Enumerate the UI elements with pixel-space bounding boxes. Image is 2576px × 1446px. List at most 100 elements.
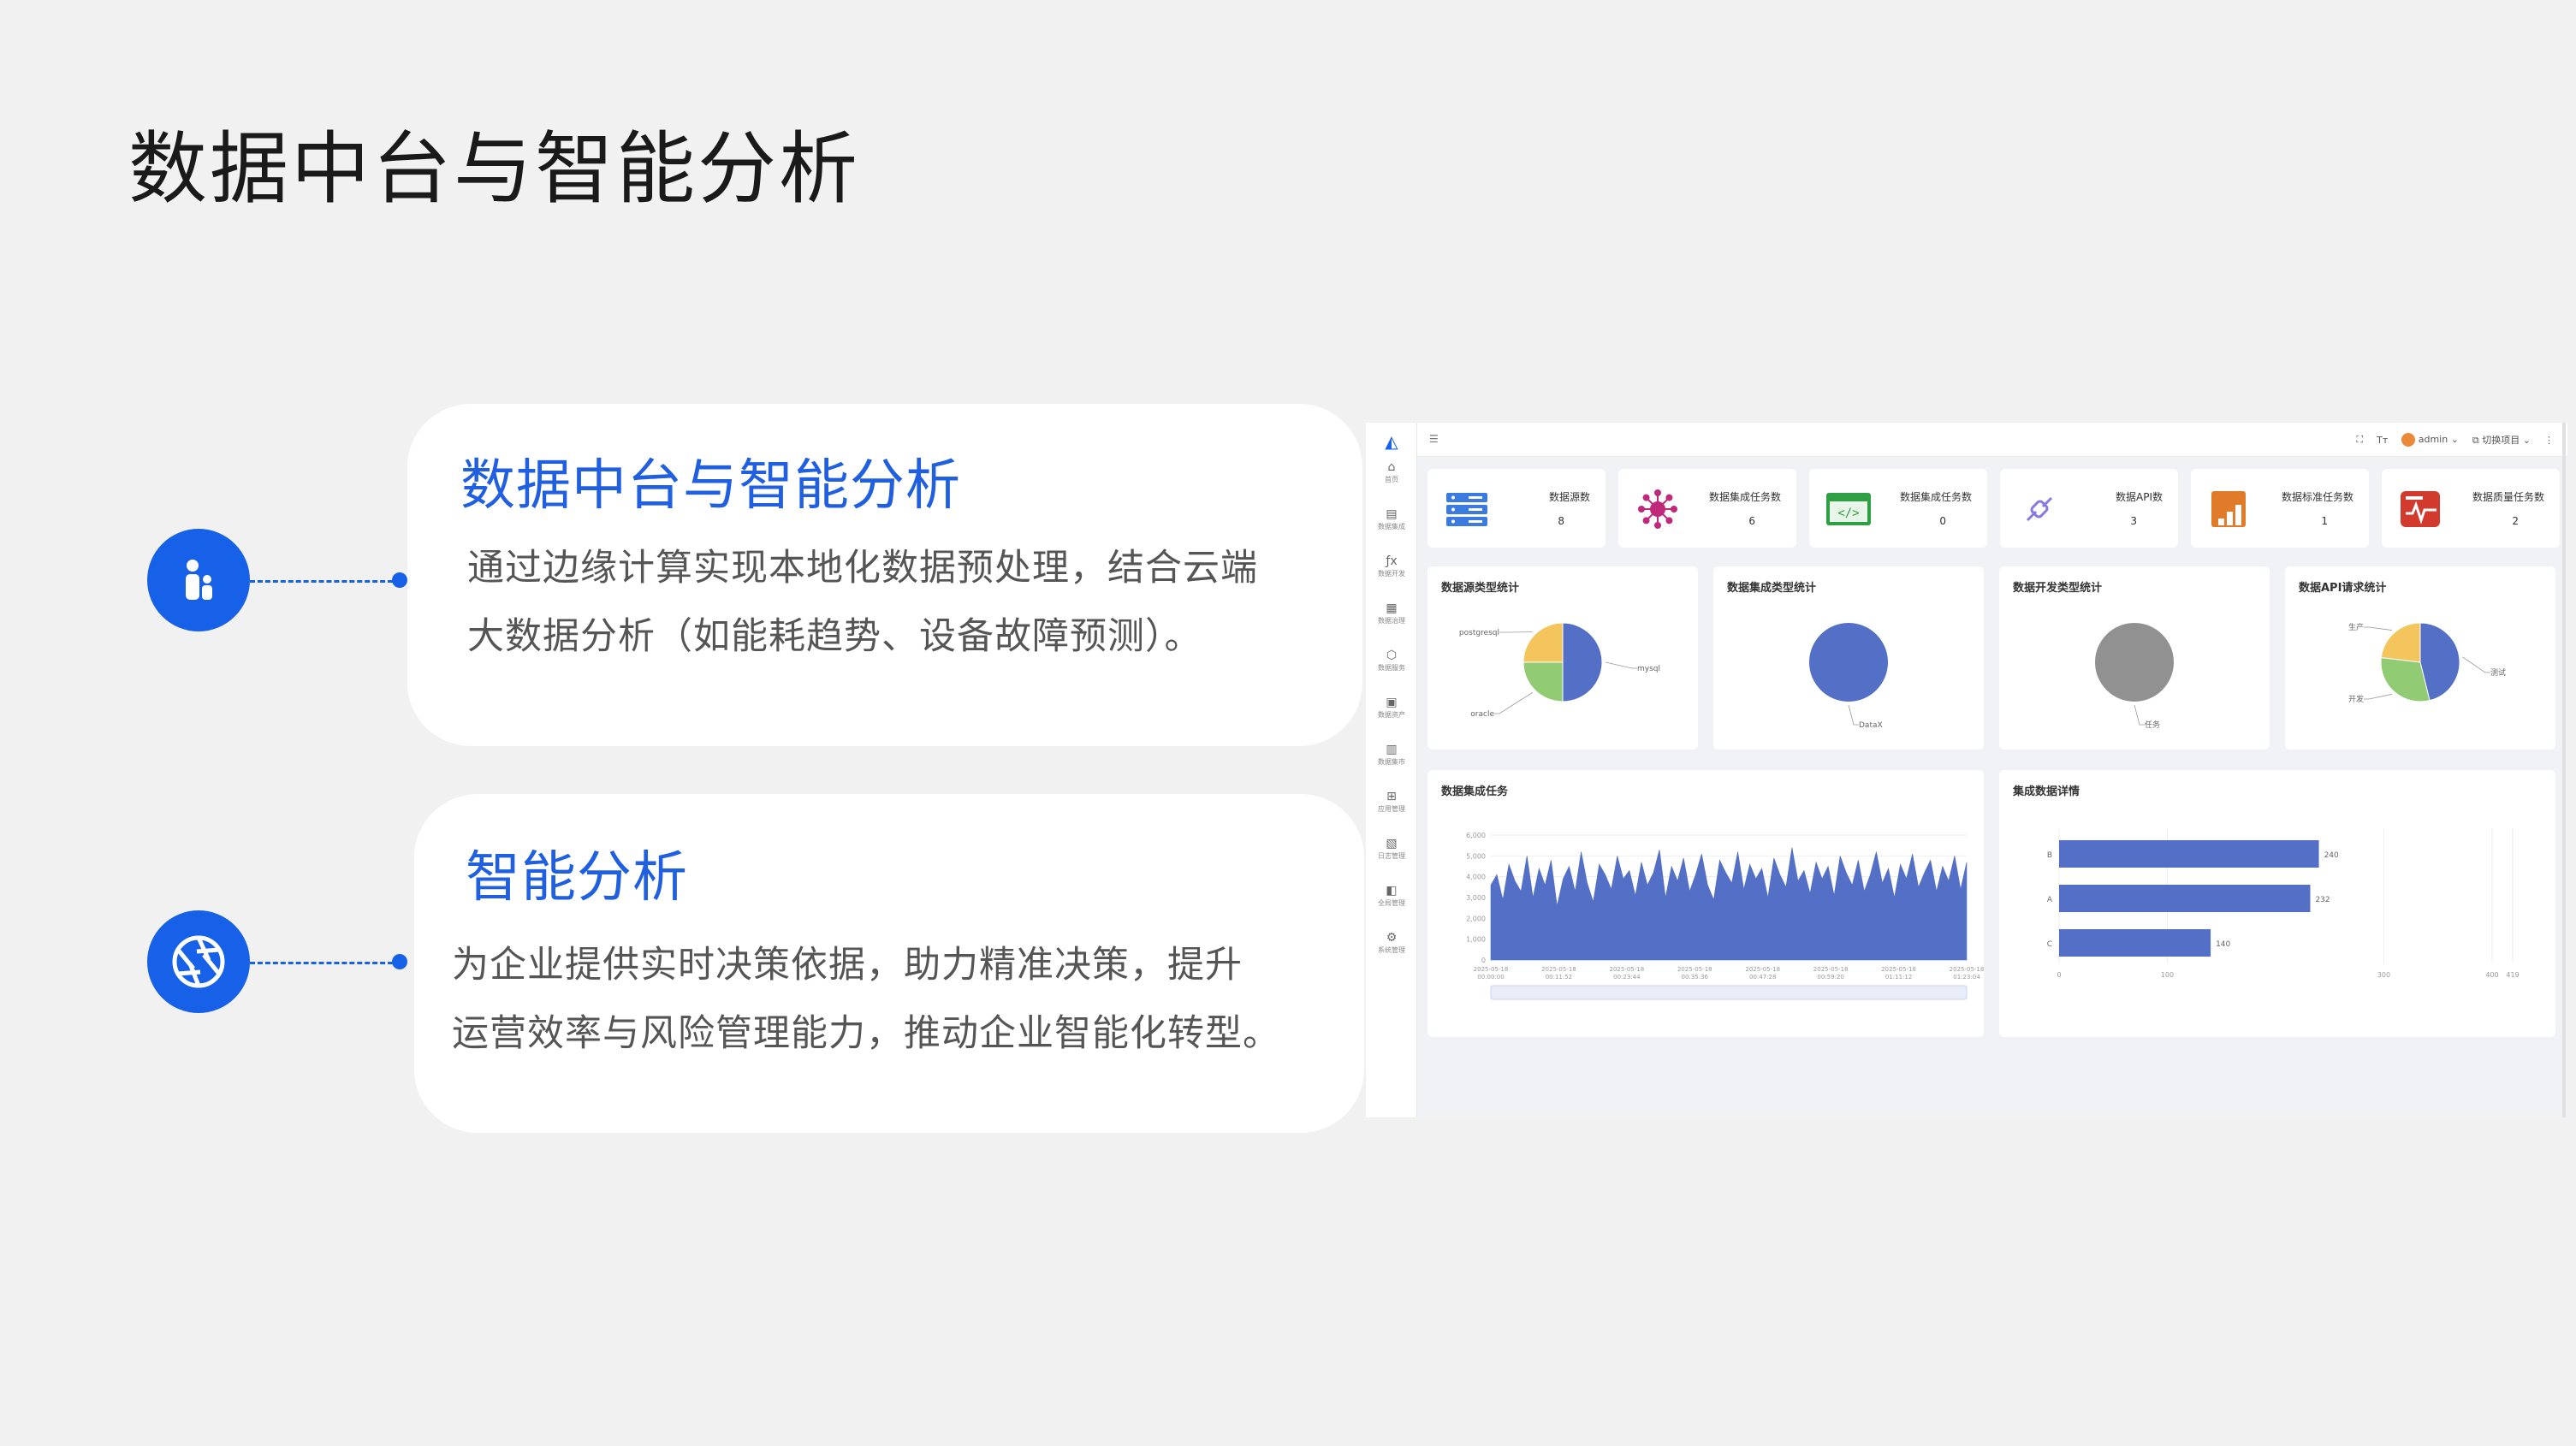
bar-value-label: 140 (2216, 940, 2230, 949)
sidebar-label: 数据集市 (1378, 758, 1405, 766)
y-tick-label: 0 (1481, 957, 1486, 964)
pie-label: oracle (1470, 710, 1494, 719)
sidebar-label: 数据治理 (1378, 617, 1405, 625)
stat-card[interactable]: 数据API数 3 (2000, 469, 2178, 548)
menu-icon[interactable]: ☰ (1429, 433, 1439, 445)
pie-slice[interactable] (1522, 661, 1564, 702)
sidebar-label: 日志管理 (1378, 852, 1405, 860)
stat-label: 数据集成任务数 (1899, 491, 1972, 503)
sidebar-item[interactable]: ƒx 数据开发 (1366, 554, 1417, 578)
connector-line (250, 962, 401, 964)
connector-line (250, 580, 401, 583)
logo-icon: ◭ (1385, 431, 1398, 452)
stat-label: 数据标准任务数 (2281, 491, 2353, 503)
sidebar-icon: ▧ (1386, 837, 1398, 850)
sidebar-item[interactable]: ▦ 数据治理 (1366, 602, 1417, 625)
feature-card-smart-analysis: 智能分析 为企业提供实时决策依据，助力精准决策，提升 运营效率与风险管理能力，推… (414, 794, 1364, 1133)
sidebar-label: 数据资产 (1378, 711, 1405, 719)
x-tick-label: 100 (2161, 971, 2174, 979)
font-size-icon[interactable]: Tт (2377, 435, 2388, 446)
sidebar-label: 应用管理 (1378, 805, 1405, 813)
x-tick-label: 2025-05-18 00:23:44 (1610, 966, 1645, 981)
pie-label: 生产 (2348, 622, 2364, 632)
sidebar-item[interactable]: ⊞ 应用管理 (1366, 790, 1417, 814)
bar[interactable] (2059, 929, 2211, 957)
category-label: A (2047, 896, 2053, 904)
sidebar-icon: ⌂ (1387, 460, 1396, 474)
sidebar-item[interactable]: ⬡ 数据服务 (1366, 649, 1417, 673)
pie-chart: DataX (1809, 623, 1888, 730)
zoom-slider[interactable] (1490, 985, 1968, 1000)
y-tick-label: 6,000 (1466, 832, 1486, 839)
bar-value-label: 240 (2324, 851, 2339, 860)
feature-line: 大数据分析（如能耗趋势、设备故障预测）。 (467, 615, 1202, 658)
sidebar-icon: ⬡ (1386, 649, 1398, 662)
sidebar-item[interactable]: ◧ 全局管理 (1366, 884, 1417, 908)
sidebar-label: 全局管理 (1378, 899, 1405, 907)
user-menu[interactable]: admin ⌄ (2401, 433, 2459, 447)
x-tick-label: 2025-05-18 01:11:12 (1881, 966, 1916, 981)
stat-card[interactable]: </> 数据集成任务数 0 (1809, 469, 1987, 548)
stat-card[interactable]: 数据质量任务数 2 (2382, 469, 2560, 548)
sidebar-item[interactable]: ⚙ 系统管理 (1366, 931, 1417, 955)
y-tick-label: 3,000 (1466, 894, 1486, 902)
x-tick-label: 2025-05-18 00:00:00 (1474, 966, 1509, 981)
feature-description: 为企业提供实时决策依据，助力精准决策，提升 运营效率与风险管理能力，推动企业智能… (452, 931, 1280, 1068)
sidebar-item[interactable]: ▣ 数据资产 (1366, 696, 1417, 720)
pie-slice[interactable] (2380, 622, 2421, 663)
project-switch-label: 切换项目 (2482, 435, 2520, 446)
feature-line: 运营效率与风险管理能力，推动企业智能化转型。 (452, 1012, 1280, 1055)
pie-slice[interactable] (1562, 622, 1603, 702)
x-tick-label: 2025-05-18 00:59:20 (1813, 966, 1849, 981)
area-chart: 0 1,000 2,000 3,000 4,000 5,000 6,000 2025-05-1… (1466, 832, 1984, 1000)
area-series[interactable] (1490, 847, 1968, 961)
pie-chart: 测试开发 生产 (2348, 622, 2506, 704)
panel-integration-types: 数据集成类型统计 DataX (1713, 566, 1984, 750)
sidebar-icon: ◧ (1386, 884, 1398, 898)
stat-value: 3 (2130, 515, 2137, 527)
sidebar: ◭ ⌂ 首页 ▤ 数据集成 ƒx 数据开发 ▦ 数据治理 ⬡ 数据服务 ▣ 数据资产 ▥ 数据集市 ⊞ 应用管… (1366, 423, 1417, 1117)
stat-label: 数据集成任务数 (1708, 491, 1781, 503)
scrollbar[interactable] (2562, 423, 2566, 1117)
stat-card[interactable]: 数据源数 8 (1427, 469, 1606, 548)
sidebar-label: 数据服务 (1378, 664, 1405, 672)
sidebar-item[interactable]: ▧ 日志管理 (1366, 837, 1417, 861)
feature-card-data-platform: 数据中台与智能分析 通过边缘计算实现本地化数据预处理，结合云端 大数据分析（如能… (407, 404, 1362, 746)
sidebar-item[interactable]: ▤ 数据集成 (1366, 507, 1417, 531)
connector-dot (392, 954, 407, 969)
connector-dot (392, 572, 407, 588)
bar-chart: 0 100 300 400 419 B 240 A 232 C 140 (2047, 828, 2520, 979)
category-label: B (2047, 851, 2052, 860)
stat-card[interactable]: 数据标准任务数 1 (2191, 469, 2369, 548)
panel-integration-details: 集成数据详情 0 100 300 400 419 B 240 A 232 C 140 (1999, 770, 2555, 1037)
sidebar-item[interactable]: ▥ 数据集市 (1366, 743, 1417, 767)
pie-label: DataX (1859, 721, 1883, 730)
x-tick-label: 0 (2057, 971, 2061, 979)
bar[interactable] (2059, 840, 2319, 868)
feature-line: 通过边缘计算实现本地化数据预处理，结合云端 (467, 547, 1258, 590)
pie-slice[interactable] (1522, 622, 1564, 663)
pie-slice[interactable] (2095, 623, 2174, 702)
sidebar-icon: ⊞ (1386, 790, 1397, 803)
stat-value: 2 (2512, 515, 2519, 527)
feature-description: 通过边缘计算实现本地化数据预处理，结合云端 大数据分析（如能耗趋势、设备故障预测… (467, 534, 1258, 671)
y-tick-label: 4,000 (1466, 874, 1486, 881)
panel-api-requests: 数据API请求统计 测试 开发 生产 (2285, 566, 2555, 750)
sidebar-label: 系统管理 (1378, 946, 1405, 954)
aperture-icon (147, 910, 250, 1013)
stat-card[interactable]: 数据集成任务数 6 (1618, 469, 1796, 548)
bar-value-label: 232 (2315, 896, 2330, 904)
sidebar-icon: ▤ (1386, 507, 1398, 521)
more-icon[interactable]: ⋮ (2544, 435, 2554, 446)
bar[interactable] (2059, 885, 2311, 912)
panel-integration-tasks: 数据集成任务 0 1,000 2,000 3,000 4,000 5,000 6,000 20… (1427, 770, 1984, 1037)
slide-title: 数据中台与智能分析 (128, 123, 861, 215)
x-tick-label: 2025-05-18 00:35:36 (1677, 966, 1712, 981)
fullscreen-icon[interactable]: ⛶ (2356, 434, 2363, 446)
sidebar-item[interactable]: ⌂ 首页 (1366, 460, 1417, 484)
x-tick-label: 2025-05-18 00:47:28 (1745, 966, 1780, 981)
pie-slice[interactable] (1809, 623, 1888, 702)
x-tick-label: 2025-05-18 01:23:04 (1950, 966, 1984, 981)
x-tick-label: 2025-05-18 00:11:52 (1541, 966, 1576, 981)
project-switch[interactable]: ⧉ 切换项目 ⌄ (2472, 433, 2531, 447)
